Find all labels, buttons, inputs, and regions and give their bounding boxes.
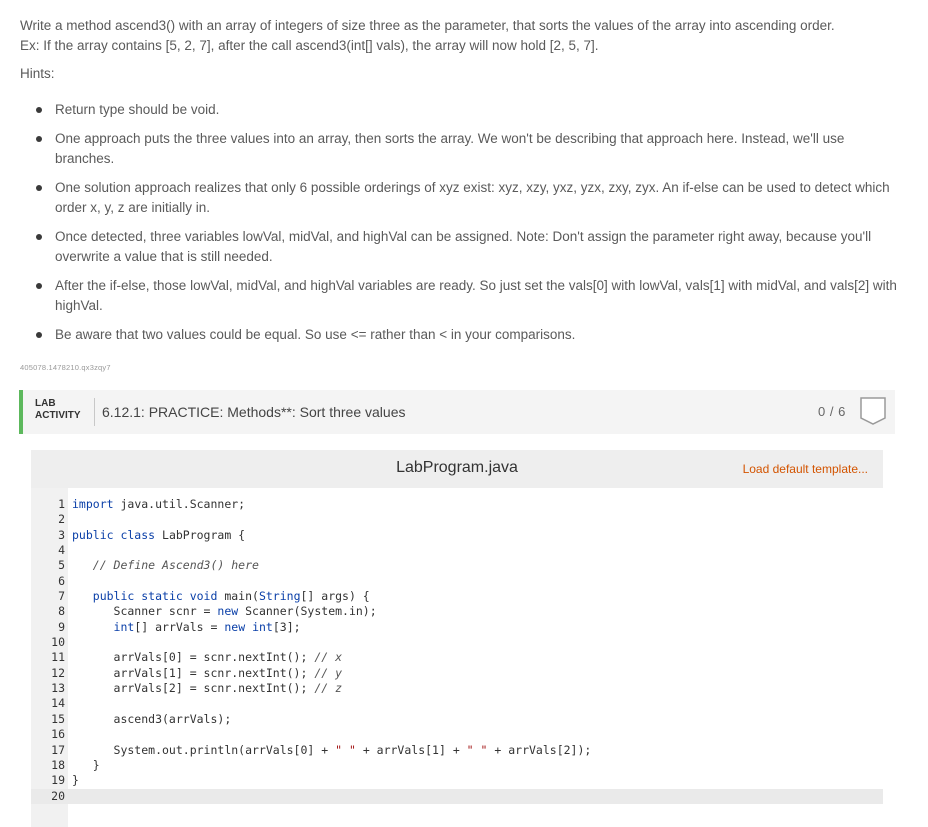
lab-activity-header: LAB ACTIVITY 6.12.1: PRACTICE: Methods**… <box>19 390 895 434</box>
line-number: 17 <box>51 742 65 757</box>
code-line[interactable]: 12 arrVals[1] = scnr.nextInt(); // y <box>31 666 883 681</box>
score-display: 0 / 6 <box>818 404 846 419</box>
hint-item: Be aware that two values could be equal.… <box>0 325 900 345</box>
hint-text: Once detected, three variables lowVal, m… <box>55 229 872 264</box>
hint-item: One solution approach realizes that only… <box>0 178 900 218</box>
line-number: 2 <box>58 512 65 527</box>
line-number: 19 <box>51 773 65 788</box>
code-line[interactable]: 13 arrVals[2] = scnr.nextInt(); // z <box>31 681 883 696</box>
lab-label-line2: ACTIVITY <box>35 410 81 421</box>
activity-identifier: 405078.1478210.qx3zqy7 <box>20 363 111 372</box>
line-number: 9 <box>58 619 65 634</box>
code-area[interactable]: 1 import java.util.Scanner; 2 3 public cla… <box>31 488 883 827</box>
line-number: 6 <box>58 573 65 588</box>
hint-item: One approach puts the three values into … <box>0 129 900 169</box>
code-line[interactable]: 11 arrVals[0] = scnr.nextInt(); // x <box>31 650 883 665</box>
line-number: 12 <box>51 665 65 680</box>
code-line[interactable]: 2 <box>31 512 883 527</box>
hint-item: After the if-else, those lowVal, midVal,… <box>0 276 900 316</box>
hint-text: After the if-else, those lowVal, midVal,… <box>55 278 897 313</box>
hints-heading: Hints: <box>20 66 55 81</box>
code-line-active[interactable]: 20 <box>31 788 883 804</box>
bullet-icon <box>36 234 42 240</box>
code-line[interactable]: 4 <box>31 543 883 558</box>
line-number: 15 <box>51 711 65 726</box>
divider <box>94 398 95 426</box>
code-line[interactable]: 3 public class LabProgram { <box>31 528 883 543</box>
bullet-icon <box>36 332 42 338</box>
problem-statement: Write a method ascend3() with an array o… <box>20 16 900 56</box>
line-number: 13 <box>51 681 65 696</box>
code-line[interactable]: 8 Scanner scnr = new Scanner(System.in); <box>31 604 883 619</box>
line-number: 16 <box>51 727 65 742</box>
code-line[interactable]: 16 <box>31 727 883 742</box>
code-line[interactable]: 17 System.out.println(arrVals[0] + " " +… <box>31 743 883 758</box>
line-number: 18 <box>51 757 65 772</box>
code-line[interactable]: 18 } <box>31 758 883 773</box>
code-line[interactable]: 5 // Define Ascend3() here <box>31 558 883 573</box>
hint-item: Return type should be void. <box>0 100 900 120</box>
problem-description: Write a method ascend3() with an array o… <box>20 18 835 33</box>
lab-label-line1: LAB <box>35 398 56 409</box>
bullet-icon <box>36 107 42 113</box>
code-line[interactable]: 10 <box>31 635 883 650</box>
line-number: 3 <box>58 527 65 542</box>
line-number: 8 <box>58 604 65 619</box>
code-line[interactable]: 7 public static void main(String[] args)… <box>31 589 883 604</box>
hint-list: Return type should be void. One approach… <box>0 100 900 345</box>
code-line[interactable]: 15 ascend3(arrVals); <box>31 712 883 727</box>
line-number: 14 <box>51 696 65 711</box>
lab-activity-label: LAB ACTIVITY <box>35 398 81 422</box>
bullet-icon <box>36 185 42 191</box>
lab-title: 6.12.1: PRACTICE: Methods**: Sort three … <box>102 404 406 420</box>
line-number: 11 <box>51 650 65 665</box>
line-number: 10 <box>51 635 65 650</box>
code-line[interactable]: 1 import java.util.Scanner; <box>31 497 883 512</box>
problem-example: Ex: If the array contains [5, 2, 7], aft… <box>20 38 599 53</box>
editor-header: LabProgram.java Load default template... <box>31 450 883 488</box>
line-number: 20 <box>51 788 65 803</box>
code-editor: LabProgram.java Load default template...… <box>31 450 883 827</box>
hint-item: Once detected, three variables lowVal, m… <box>0 227 900 267</box>
code-line[interactable]: 19} <box>31 773 883 788</box>
hint-text: Return type should be void. <box>55 102 220 117</box>
code-lines[interactable]: 1 import java.util.Scanner; 2 3 public cla… <box>31 497 883 804</box>
code-line[interactable]: 9 int[] arrVals = new int[3]; <box>31 620 883 635</box>
code-line[interactable]: 14 <box>31 696 883 711</box>
hint-text: One approach puts the three values into … <box>55 131 845 166</box>
load-default-template-link[interactable]: Load default template... <box>743 462 868 476</box>
line-number: 7 <box>58 589 65 604</box>
line-number: 5 <box>58 558 65 573</box>
bullet-icon <box>36 136 42 142</box>
line-number: 1 <box>58 497 65 511</box>
bullet-icon <box>36 283 42 289</box>
hint-text: Be aware that two values could be equal.… <box>55 327 576 342</box>
hint-text: One solution approach realizes that only… <box>55 180 890 215</box>
completion-badge-icon <box>860 397 886 425</box>
line-number: 4 <box>58 543 65 558</box>
code-line[interactable]: 6 <box>31 574 883 589</box>
